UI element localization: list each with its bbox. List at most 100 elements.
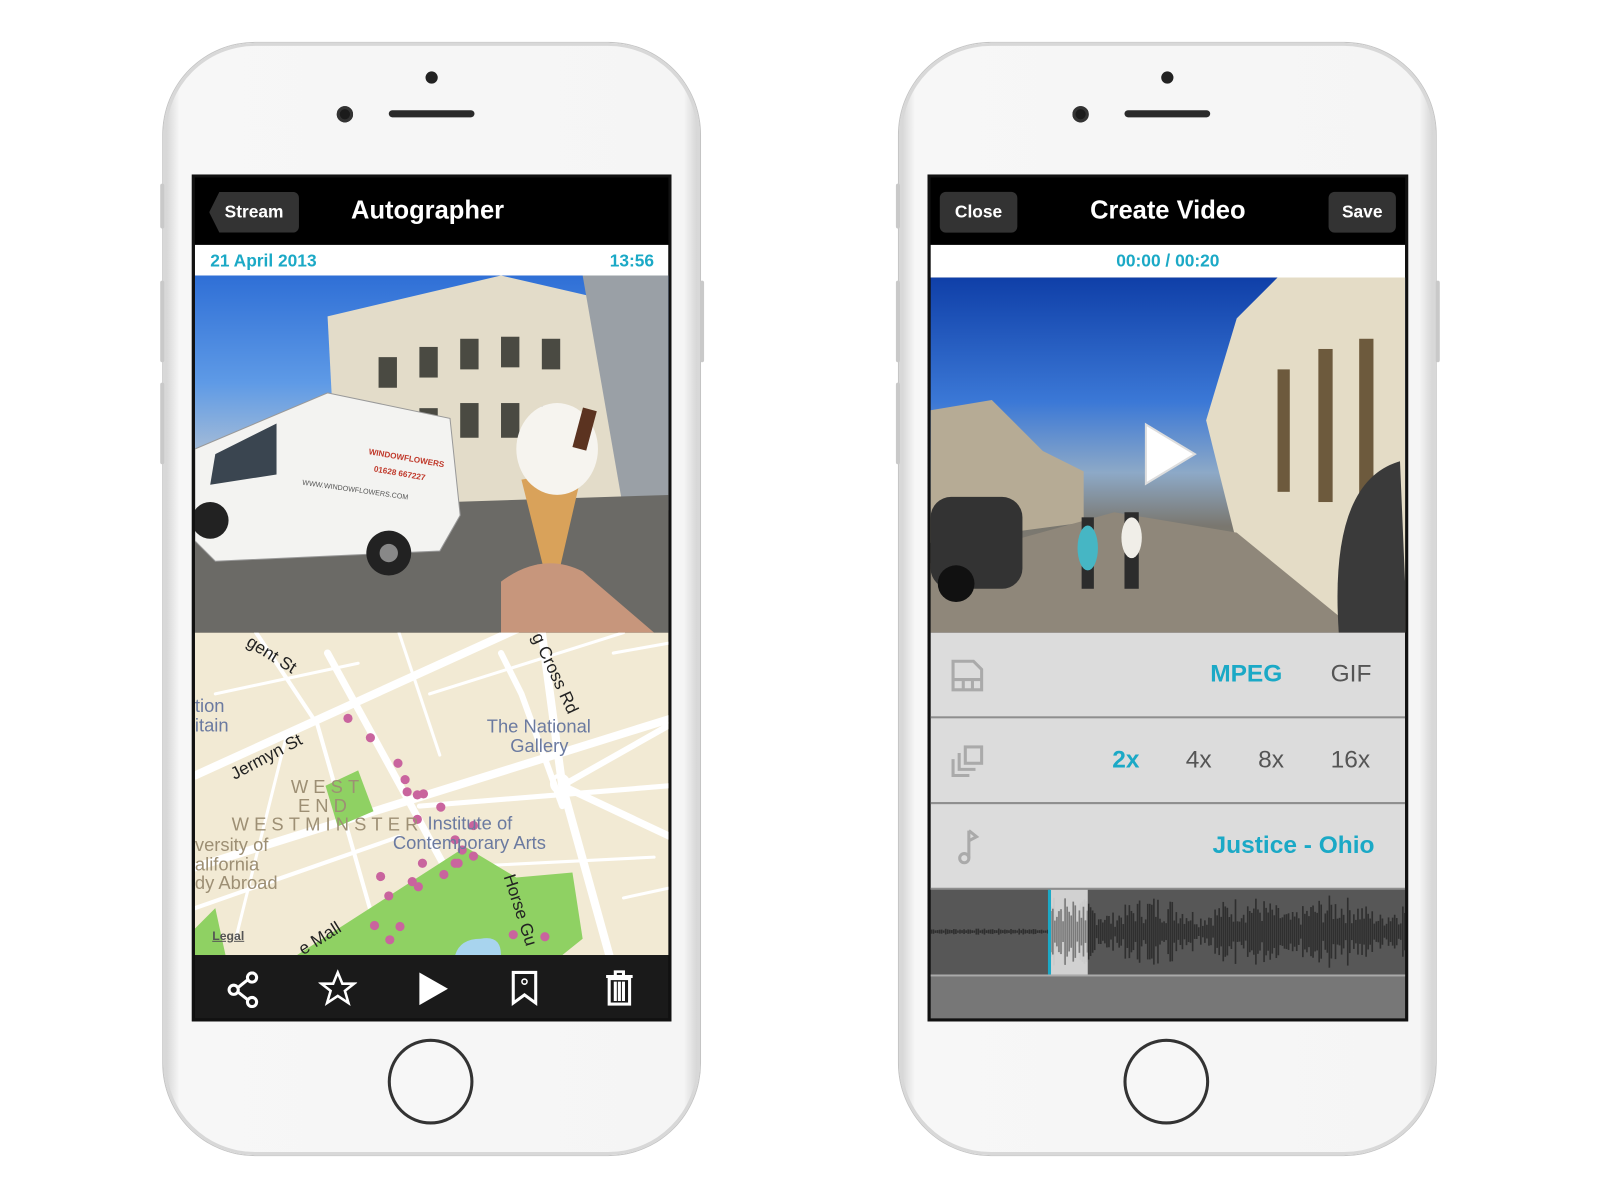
map-marker[interactable] [436,802,446,812]
map-marker[interactable] [450,858,460,868]
play-icon[interactable] [415,969,452,1008]
map-marker[interactable] [439,869,449,880]
waveform-bar [1312,905,1314,958]
waveform-bar [1104,919,1106,944]
speed-option-2x[interactable]: 2x [1112,746,1139,775]
waveform-bar [1138,900,1141,963]
map-marker[interactable] [393,758,403,768]
home-button[interactable] [387,1038,474,1125]
format-option-mpeg[interactable]: MPEG [1210,660,1282,689]
waveform-bar [1291,912,1294,952]
share-icon[interactable] [226,971,263,1009]
volume-up[interactable] [160,280,165,363]
waveform-bar [1267,912,1269,951]
earpiece [1124,110,1211,118]
map-marker[interactable] [413,882,423,892]
volume-down[interactable] [895,382,900,465]
home-button[interactable] [1123,1038,1210,1125]
nav-bar: Close Create Video Save [930,177,1406,245]
play-overlay-icon[interactable] [1140,420,1201,487]
front-camera [336,106,354,123]
power-button[interactable] [1435,280,1440,363]
waveform-bar [1212,925,1214,938]
mute-switch[interactable] [160,183,165,229]
waveform-bar [975,928,978,935]
waveform-bar [1114,926,1116,937]
waveform-bar [1365,906,1367,957]
map-view[interactable]: gent St g Cross Rd tion itain Jermyn St … [194,632,669,956]
music-row[interactable]: Justice - Ohio [930,804,1406,890]
waveform-bar [1146,903,1149,960]
waveform-bar [1363,918,1365,945]
waveform-bar [1136,903,1139,960]
music-track[interactable]: Justice - Ohio [1213,832,1375,861]
map-marker[interactable] [385,935,395,945]
bookmark-icon[interactable] [510,970,541,1007]
map-marker[interactable] [400,774,410,785]
waveform-bar [1167,909,1169,955]
waveform-bar [1169,901,1172,962]
waveform-bar [965,930,967,933]
back-button-stream[interactable]: Stream [209,191,299,233]
waveform-bar [1093,913,1096,951]
waveform-bar [1014,929,1016,934]
star-icon[interactable] [318,969,358,1008]
map-marker[interactable] [402,787,412,797]
waveform-bar [1144,919,1147,944]
playhead[interactable] [1047,889,1052,975]
waveform-bar [1334,904,1337,960]
trash-icon[interactable] [604,970,635,1007]
audio-waveform-scrubber[interactable] [930,889,1407,977]
mute-switch[interactable] [895,183,900,229]
label-west: WEST [290,776,365,797]
waveform-bar [1016,930,1018,933]
map-marker[interactable] [343,713,353,723]
map-marker[interactable] [376,871,386,882]
waveform-bar [1140,916,1143,947]
map-marker[interactable] [395,921,405,932]
waveform-bar [1099,919,1102,945]
waveform-bar [1040,929,1043,934]
photo[interactable]: WINDOWFLOWERS 01628 667227 WWW.WINDOWFLO… [194,275,669,633]
speed-option-16x[interactable]: 16x [1331,746,1370,775]
waveform-bar [1251,912,1253,951]
photo-scene: WINDOWFLOWERS 01628 667227 WWW.WINDOWFLO… [194,275,669,633]
waveform-bar [1406,910,1407,953]
map-marker[interactable] [417,858,428,868]
map-marker[interactable] [540,932,550,942]
waveform-bar [1206,924,1208,939]
waveform-bar [955,929,957,934]
power-button[interactable] [699,280,705,363]
waveform-bar [1289,919,1292,944]
map-marker[interactable] [384,891,394,901]
speed-option-8x[interactable]: 8x [1258,746,1284,775]
speed-option-4x[interactable]: 4x [1186,746,1212,775]
waveform-bar [1064,898,1066,965]
save-button[interactable]: Save [1328,191,1396,233]
waveform-bar [1346,897,1349,966]
waveform-bar [1036,930,1039,933]
format-option-gif[interactable]: GIF [1331,660,1372,689]
waveform-bar [1222,901,1225,962]
volume-down[interactable] [160,382,165,465]
waveform-bar [1204,920,1206,943]
waveform-bar [981,929,984,934]
waveform-bar [1095,925,1098,939]
waveform-bar [1353,914,1355,949]
earpiece [388,110,475,118]
waveform-bar [944,928,947,935]
map-marker[interactable] [365,733,375,743]
waveform-bar [1287,913,1290,950]
waveform-bar [1012,929,1014,934]
map-marker[interactable] [369,920,380,931]
speed-row: 2x 4x 8x 16x [930,718,1406,805]
waveform-bar [1240,918,1243,946]
video-preview[interactable] [930,277,1406,633]
label-uc-3: dy Abroad [194,872,278,893]
map-marker[interactable] [418,789,429,799]
proximity-sensor [425,71,438,84]
map-legal-link[interactable]: Legal [212,929,244,943]
waveform-bar [993,930,996,934]
volume-up[interactable] [895,280,900,363]
waveform-bar [1299,924,1302,939]
